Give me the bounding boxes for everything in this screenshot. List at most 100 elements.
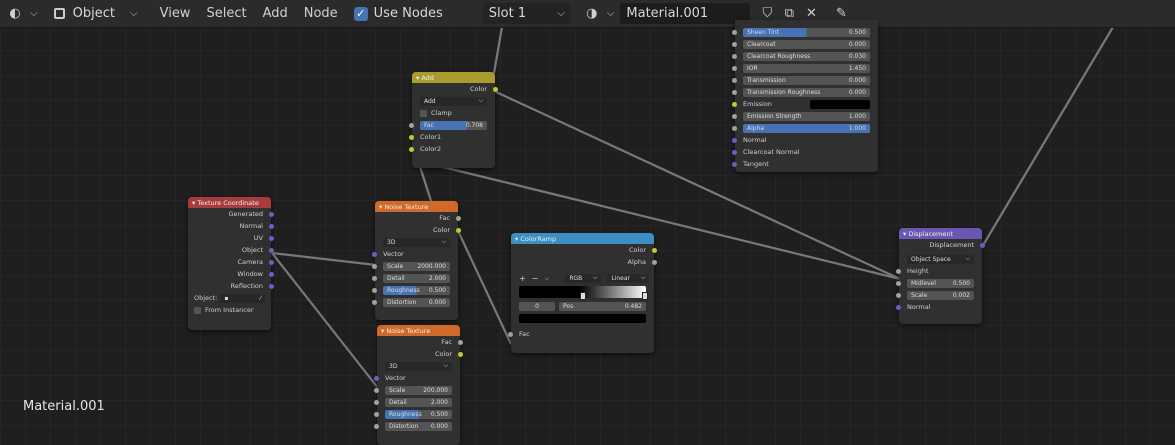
socket-in[interactable] — [732, 53, 737, 59]
detail-field[interactable]: Detail 2.000 — [383, 273, 450, 283]
mix-add-node[interactable]: ▾ Add Color Add ⌵ Clamp Fac 0.708 Color1 C… — [409, 72, 498, 168]
socket-in[interactable] — [374, 411, 379, 417]
texture-coordinate-node[interactable]: ▾ Texture Coordinate Generated Normal UV… — [188, 197, 274, 330]
from-instancer-checkbox[interactable]: From Instancer — [188, 304, 271, 316]
noise-texture-node-1[interactable]: ▾ Noise Texture Fac Color 3D ⌵ Vector Sca… — [372, 201, 461, 320]
socket-out[interactable] — [652, 259, 657, 265]
fac-input[interactable]: Fac 0.708 — [409, 119, 495, 131]
position-field[interactable]: Pos 0.482 — [559, 301, 646, 311]
socket-in[interactable] — [732, 65, 737, 71]
transmission-field[interactable]: Transmission 0.000 — [743, 75, 870, 85]
socket-out[interactable] — [458, 339, 463, 345]
socket-in[interactable] — [732, 125, 737, 131]
remove-stop-icon[interactable]: − — [532, 274, 539, 283]
socket-in[interactable] — [372, 287, 377, 293]
menu-node[interactable]: Node — [296, 6, 346, 21]
chevron-down-icon[interactable]: ⌵ — [544, 274, 549, 283]
clearcoat-roughness-field[interactable]: Clearcoat Roughness 0.030 — [743, 51, 870, 61]
socket-out[interactable] — [269, 223, 274, 229]
bsdf-row-clearcoat[interactable]: Clearcoat 0.000 — [732, 38, 878, 50]
scale-field[interactable]: Scale 2000.000 — [383, 261, 450, 271]
distortion-field[interactable]: Distortion 0.000 — [385, 421, 452, 431]
noise-texture-node-2[interactable]: ▾ Noise Texture Fac Color 3D ⌵ Vector Sca… — [374, 325, 463, 445]
socket-in[interactable] — [732, 29, 737, 35]
stop-color-row[interactable] — [511, 312, 654, 324]
colorramp-node[interactable]: ▾ ColorRamp Color Alpha + − ⌵ RGB ⌵ Linea… — [508, 233, 657, 353]
socket-in[interactable] — [374, 399, 379, 405]
socket-in[interactable] — [896, 268, 901, 274]
roughness-slider[interactable]: Roughness 0.500 — [385, 409, 452, 419]
object-picker[interactable]: ▪ ⁄ — [220, 293, 265, 303]
add-stop-icon[interactable]: + — [519, 274, 526, 283]
socket-in[interactable] — [896, 304, 901, 310]
stop-index-field[interactable]: 0 — [519, 301, 555, 311]
midlevel-input[interactable]: Midlevel 0.500 — [896, 277, 982, 289]
fac-slider[interactable]: Fac 0.708 — [420, 120, 487, 130]
distortion-input[interactable]: Distortion 0.000 — [374, 420, 460, 432]
ramp-stop-marker[interactable] — [579, 292, 586, 300]
use-nodes-toggle[interactable]: ✓ Use Nodes — [353, 6, 443, 21]
bsdf-row-alpha[interactable]: Alpha 1.000 — [732, 122, 878, 134]
mode-dropdown[interactable]: Object ⌵ — [47, 3, 144, 24]
bsdf-row-clearcoat-roughness[interactable]: Clearcoat Roughness 0.030 — [732, 50, 878, 62]
detail-input[interactable]: Detail 2.000 — [374, 396, 460, 408]
socket-in[interactable] — [409, 146, 414, 152]
checkbox-icon[interactable] — [420, 109, 427, 117]
menu-view[interactable]: View — [152, 6, 199, 21]
socket-out[interactable] — [269, 211, 274, 217]
distortion-input[interactable]: Distortion 0.000 — [372, 296, 458, 308]
displacement-node[interactable]: ▾ Displacement Displacement Object Space… — [896, 228, 985, 324]
scale-field[interactable]: Scale 0.002 — [907, 290, 974, 300]
menu-add[interactable]: Add — [255, 6, 296, 21]
scale-field[interactable]: Scale 200.000 — [385, 385, 452, 395]
socket-in[interactable] — [732, 161, 737, 167]
scale-input[interactable]: Scale 200.000 — [374, 384, 460, 396]
interpolation-dropdown[interactable]: Linear ⌵ — [607, 273, 650, 283]
socket-in[interactable] — [732, 41, 737, 47]
alpha-slider[interactable]: Alpha 1.000 — [743, 123, 870, 133]
transmission-roughness-field[interactable]: Transmission Roughness 0.000 — [743, 87, 870, 97]
socket-out[interactable] — [458, 351, 463, 357]
socket-in[interactable] — [372, 275, 377, 281]
blend-type[interactable]: Add ⌵ — [412, 95, 495, 107]
socket-in[interactable] — [409, 134, 414, 140]
roughness-slider[interactable]: Roughness 0.500 — [383, 285, 450, 295]
bsdf-row-ior[interactable]: IOR 1.450 — [732, 62, 878, 74]
clearcoat-field[interactable]: Clearcoat 0.000 — [743, 39, 870, 49]
socket-in[interactable] — [732, 113, 737, 119]
stop-color-swatch[interactable] — [519, 313, 646, 323]
blend-dropdown[interactable]: Add ⌵ — [420, 96, 487, 106]
socket-in[interactable] — [732, 149, 737, 155]
editor-type-dropdown[interactable]: ◐ ⌵ — [4, 3, 37, 24]
socket-in[interactable] — [508, 331, 513, 337]
detail-input[interactable]: Detail 2.000 — [372, 272, 458, 284]
dimensions-dropdown[interactable]: 3D ⌵ — [375, 236, 458, 248]
emission-strength-field[interactable]: Emission Strength 1.000 — [743, 111, 870, 121]
menu-select[interactable]: Select — [198, 6, 254, 21]
object-field[interactable]: Object: ▪ ⁄ — [188, 292, 271, 304]
socket-in[interactable] — [374, 387, 379, 393]
dimensions-select[interactable]: 3D ⌵ — [383, 237, 450, 247]
color-ramp-gradient[interactable] — [519, 286, 648, 300]
detail-field[interactable]: Detail 2.000 — [385, 397, 452, 407]
color-mode-dropdown[interactable]: RGB ⌵ — [565, 273, 602, 283]
socket-in[interactable] — [732, 101, 737, 107]
dimensions-dropdown[interactable]: 3D ⌵ — [377, 360, 460, 372]
socket-out[interactable] — [269, 259, 274, 265]
socket-out[interactable] — [269, 247, 274, 253]
slot-dropdown[interactable]: Slot 1 ⌵ — [482, 3, 571, 24]
bsdf-row-transmission[interactable]: Transmission 0.000 — [732, 74, 878, 86]
socket-in[interactable] — [732, 89, 737, 95]
socket-out[interactable] — [980, 242, 985, 248]
bsdf-row-sheen-tint[interactable]: Sheen Tint 0.500 — [732, 26, 878, 38]
principled-bsdf-node[interactable]: Sheen Tint 0.500 Clearcoat 0.000 Clearcoat… — [732, 20, 878, 172]
socket-in[interactable] — [732, 137, 737, 143]
socket-in[interactable] — [896, 292, 901, 298]
socket-out[interactable] — [456, 215, 461, 221]
socket-in[interactable] — [372, 251, 377, 257]
bsdf-row-transmission-roughness[interactable]: Transmission Roughness 0.000 — [732, 86, 878, 98]
roughness-input[interactable]: Roughness 0.500 — [374, 408, 460, 420]
ramp-gradient-row[interactable] — [511, 284, 654, 300]
distortion-field[interactable]: Distortion 0.000 — [383, 297, 450, 307]
ior-field[interactable]: IOR 1.450 — [743, 63, 870, 73]
